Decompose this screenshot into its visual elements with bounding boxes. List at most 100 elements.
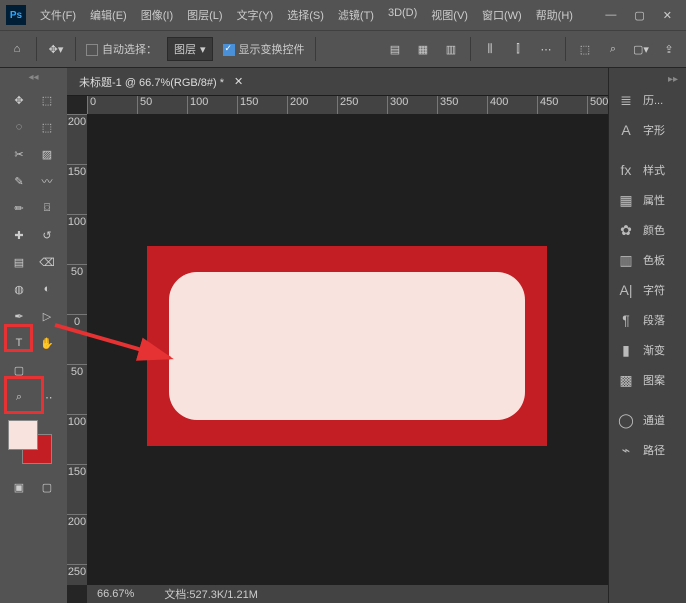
workspace-icon[interactable]: ▢▾ [632, 40, 650, 58]
menu-file[interactable]: 文件(F) [34, 3, 82, 27]
panel-渐变[interactable]: ▮ 渐变 [609, 335, 686, 365]
share-icon[interactable]: ⇪ [660, 40, 678, 58]
tool-pen[interactable]: ✒ [6, 303, 32, 329]
panel-label: 路径 [643, 442, 665, 458]
more-align-icon[interactable]: ⋯ [537, 40, 555, 58]
panel-样式[interactable]: fx 样式 [609, 155, 686, 185]
panel-label: 字符 [643, 282, 665, 298]
panel-label: 字形 [643, 122, 665, 138]
minimize-button[interactable]: — [605, 9, 616, 22]
tool-marquee[interactable]: ⬚ [34, 114, 60, 140]
panel-路径[interactable]: ⌁路径 [609, 435, 686, 465]
tool-slice[interactable]: ▨ [34, 141, 60, 167]
panel-属性[interactable]: ▦属性 [609, 185, 686, 215]
panel-字符[interactable]: A|字符 [609, 275, 686, 305]
status-doc-info[interactable]: 文档:527.3K/1.21M [164, 586, 258, 602]
tool-zoom[interactable]: ⌕ [6, 384, 32, 410]
collapse-tools-icon[interactable]: ◂◂ [0, 72, 67, 83]
auto-select-checkbox[interactable]: 自动选择： [86, 41, 157, 57]
tool-hand[interactable]: ✋ [34, 330, 60, 356]
home-icon[interactable]: ⌂ [8, 40, 26, 58]
align-left-icon[interactable]: ▤ [386, 40, 404, 58]
tool-healing[interactable]: ✚ [6, 222, 32, 248]
panel-字形[interactable]: A字形 [609, 115, 686, 145]
panel-label: 样式 [643, 162, 665, 178]
options-bar: ⌂ ✥▾ 自动选择： 图层▾ 显示变换控件 ▤ ▦ ▥ ⫼ ⫿ ⋯ ⬚ ⌕ ▢▾… [0, 30, 686, 68]
panel-label: 渐变 [643, 342, 665, 358]
horizontal-ruler[interactable]: 05010015020025030035040045050055060065 [87, 96, 608, 114]
tool-dodge[interactable]: ◐ [34, 276, 60, 302]
tool-crop[interactable]: ✂ [6, 141, 32, 167]
tool-path-sel[interactable]: ▷ [34, 303, 60, 329]
tool-brush[interactable]: ✏ [6, 195, 32, 221]
status-zoom[interactable]: 66.67% [97, 588, 134, 600]
menu-help[interactable]: 帮助(H) [530, 3, 579, 27]
screenmode-icon[interactable]: ▢ [38, 478, 56, 496]
tools-panel: ◂◂ ✥⬚◌⬚✂▨✎〰✏⌼✚↺▤⌫◍◐✒▷T✋▢⌕⋯ ▣ ▢ [0, 68, 67, 603]
panel-图案[interactable]: ▩ 图案 [609, 365, 686, 395]
panel-段落[interactable]: ¶段落 [609, 305, 686, 335]
distribute-h-icon[interactable]: ⫼ [481, 40, 499, 58]
panel-icon: ✿ [617, 221, 635, 239]
menu-window[interactable]: 窗口(W) [476, 3, 528, 27]
close-tab-icon[interactable]: ✕ [234, 75, 243, 88]
menu-image[interactable]: 图像(I) [135, 3, 179, 27]
tool-gradient[interactable]: ▤ [6, 249, 32, 275]
tool-artboard[interactable]: ⬚ [34, 87, 60, 113]
panel-icon: ▮ [617, 341, 635, 359]
align-center-icon[interactable]: ▦ [414, 40, 432, 58]
tool-ruler[interactable]: 〰 [34, 168, 60, 194]
menu-edit[interactable]: 编辑(E) [84, 3, 133, 27]
status-bar: 66.67% 文档:527.3K/1.21M [87, 585, 608, 603]
panel-色板[interactable]: ▥色板 [609, 245, 686, 275]
tool-more[interactable]: ⋯ [34, 384, 60, 410]
collapse-panels-icon[interactable]: ▸▸ [609, 74, 686, 85]
panel-icon: fx [617, 161, 635, 179]
panel-label: 颜色 [643, 222, 665, 238]
canvas-artwork-rounded-rect [169, 272, 525, 420]
panel-icon: ▥ [617, 251, 635, 269]
tool-blur[interactable]: ◍ [6, 276, 32, 302]
tool-stamp[interactable]: ⌼ [34, 195, 60, 221]
align-right-icon[interactable]: ▥ [442, 40, 460, 58]
search-icon[interactable]: ⌕ [604, 40, 622, 58]
document-tab[interactable]: 未标题-1 @ 66.7%(RGB/8#) * ✕ [67, 68, 608, 96]
auto-select-dropdown[interactable]: 图层▾ [167, 37, 213, 61]
panel-icon: ¶ [617, 311, 635, 329]
menu-select[interactable]: 选择(S) [281, 3, 330, 27]
3d-mode-icon[interactable]: ⬚ [576, 40, 594, 58]
panel-颜色[interactable]: ✿ 颜色 [609, 215, 686, 245]
menu-filter[interactable]: 滤镜(T) [332, 3, 380, 27]
quickmask-icon[interactable]: ▣ [10, 478, 28, 496]
tool-lasso[interactable]: ◌ [6, 114, 32, 140]
panel-label: 图案 [643, 372, 665, 388]
panel-label: 通道 [643, 412, 665, 428]
canvas-viewport[interactable] [87, 114, 608, 585]
menu-view[interactable]: 视图(V) [425, 3, 474, 27]
panel-icon: ≣ [617, 91, 635, 109]
panel-icon: ◯ [617, 411, 635, 429]
maximize-button[interactable]: ▢ [634, 9, 644, 22]
menu-layer[interactable]: 图层(L) [181, 3, 228, 27]
color-swatches[interactable] [8, 420, 52, 464]
panel-历...[interactable]: ≣ 历... [609, 85, 686, 115]
panel-label: 历... [643, 92, 663, 108]
canvas-artwork-bg [147, 246, 547, 446]
tool-history-brush[interactable]: ↺ [34, 222, 60, 248]
tool-move[interactable]: ✥ [6, 87, 32, 113]
tool-type[interactable]: T [6, 330, 32, 356]
tool-shape[interactable]: ▢ [6, 357, 32, 383]
move-tool-icon[interactable]: ✥▾ [47, 40, 65, 58]
tool-eraser[interactable]: ⌫ [34, 249, 60, 275]
vertical-ruler[interactable]: 20015010050050100150200250 [67, 114, 87, 585]
document-tab-title: 未标题-1 @ 66.7%(RGB/8#) * [79, 74, 224, 90]
menu-type[interactable]: 文字(Y) [231, 3, 280, 27]
show-transform-checkbox[interactable]: 显示变换控件 [223, 41, 305, 57]
distribute-v-icon[interactable]: ⫿ [509, 40, 527, 58]
menu-3d[interactable]: 3D(D) [382, 3, 423, 27]
panel-icon: ▩ [617, 371, 635, 389]
tool-eyedrop[interactable]: ✎ [6, 168, 32, 194]
close-window-button[interactable]: ✕ [663, 9, 672, 22]
foreground-color-swatch[interactable] [8, 420, 38, 450]
panel-通道[interactable]: ◯ 通道 [609, 405, 686, 435]
